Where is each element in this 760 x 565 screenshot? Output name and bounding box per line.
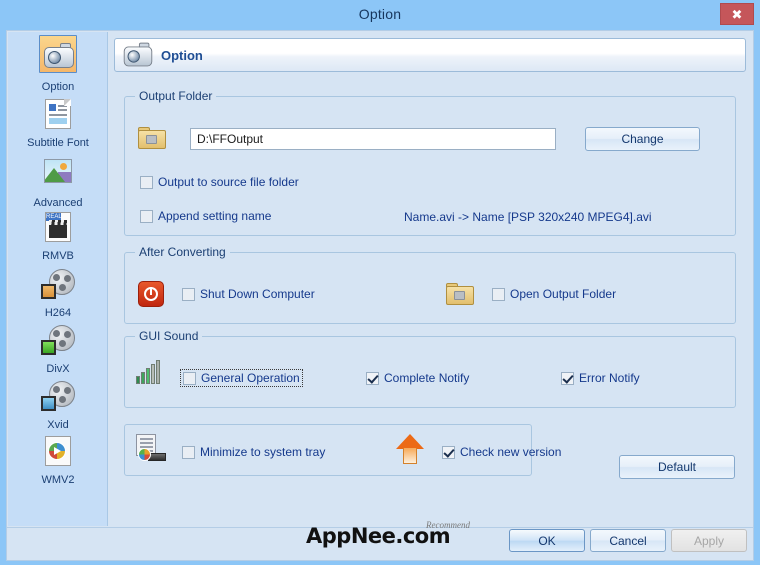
sidebar-item-label: WMV2 <box>41 474 75 486</box>
group-title: Output Folder <box>135 89 217 103</box>
open-output-folder-checkbox[interactable]: Open Output Folder <box>492 287 616 301</box>
minimize-to-tray-checkbox[interactable]: Minimize to system tray <box>182 445 325 459</box>
checkbox-label: Output to source file folder <box>158 175 299 189</box>
complete-notify-checkbox[interactable]: Complete Notify <box>366 371 469 385</box>
check-new-version-checkbox[interactable]: Check new version <box>442 445 561 459</box>
checkbox-box <box>182 287 195 301</box>
up-arrow-icon <box>396 434 424 464</box>
checkbox-label: General Operation <box>201 371 300 385</box>
output-path-input[interactable]: D:\FFOutput <box>190 128 556 150</box>
checkbox-label: Complete Notify <box>384 371 470 385</box>
document-icon <box>39 96 77 135</box>
name-example-text: Name.avi -> Name [PSP 320x240 MPEG4].avi <box>404 210 652 224</box>
picture-icon <box>39 154 77 195</box>
default-button[interactable]: Default <box>619 455 735 479</box>
power-icon <box>138 281 164 307</box>
sidebar-item-label: H264 <box>44 307 72 319</box>
page-header: Option <box>114 38 746 72</box>
rmvb-icon: REAL <box>39 210 77 248</box>
append-setting-name-checkbox[interactable]: Append setting name <box>140 209 271 223</box>
group-title: After Converting <box>135 245 230 259</box>
sound-bars-icon <box>136 360 162 384</box>
window-title: Option <box>358 6 402 22</box>
checkbox-label: Shut Down Computer <box>200 287 315 301</box>
camera-icon <box>39 38 77 79</box>
error-notify-checkbox[interactable]: Error Notify <box>561 371 640 385</box>
checkbox-label: Open Output Folder <box>510 287 617 301</box>
group-title: GUI Sound <box>135 329 203 343</box>
checkbox-box <box>442 445 455 459</box>
checkbox-box <box>182 445 195 459</box>
film-reel-icon <box>39 322 77 361</box>
checkbox-label: Error Notify <box>579 371 640 385</box>
close-icon[interactable]: ✖ <box>720 3 754 25</box>
cancel-button[interactable]: Cancel <box>590 529 666 552</box>
general-operation-checkbox[interactable]: General Operation <box>180 369 303 387</box>
checkbox-label: Check new version <box>460 445 562 459</box>
checkbox-box <box>561 371 574 385</box>
film-reel-icon <box>39 266 77 305</box>
sidebar-item-label: RMVB <box>42 250 74 262</box>
page-title: Option <box>161 48 203 63</box>
checkbox-box <box>140 209 153 223</box>
sidebar-item-option[interactable]: Option <box>8 35 108 94</box>
sidebar-item-rmvb[interactable]: REAL RMVB <box>8 210 108 266</box>
output-to-source-checkbox[interactable]: Output to source file folder <box>140 175 299 189</box>
checkbox-box <box>366 371 379 385</box>
title-bar: Option ✖ <box>0 0 760 32</box>
sidebar-item-divx[interactable]: DivX <box>8 322 108 378</box>
folder-icon <box>138 127 166 149</box>
sidebar: Option Subtitle Font Advanced REAL RMVB … <box>8 32 108 526</box>
shut-down-computer-checkbox[interactable]: Shut Down Computer <box>182 287 315 301</box>
ok-button[interactable]: OK <box>509 529 585 552</box>
sidebar-item-advanced[interactable]: Advanced <box>8 154 108 210</box>
checkbox-label: Append setting name <box>158 209 272 223</box>
sidebar-item-label: DivX <box>46 363 70 375</box>
apply-button: Apply <box>671 529 747 552</box>
option-dialog: Option ✖ Option Subtitle Font Advanced R… <box>0 0 760 565</box>
checkbox-box <box>183 371 196 385</box>
sidebar-item-label: Subtitle Font <box>27 137 89 149</box>
checkbox-label: Minimize to system tray <box>200 445 326 459</box>
checkbox-box <box>492 287 505 301</box>
sidebar-item-subtitle-font[interactable]: Subtitle Font <box>8 96 108 152</box>
sidebar-item-label: Xvid <box>47 419 69 431</box>
folder-icon <box>446 283 474 305</box>
change-button[interactable]: Change <box>585 127 700 151</box>
wmv-icon <box>39 434 77 472</box>
film-reel-icon <box>39 378 77 417</box>
sidebar-item-xvid[interactable]: Xvid <box>8 378 108 434</box>
sidebar-item-wmv2[interactable]: WMV2 <box>8 434 108 490</box>
camera-icon <box>123 42 153 68</box>
checkbox-box <box>140 175 153 189</box>
system-tray-icon <box>136 434 166 462</box>
sidebar-item-h264[interactable]: H264 <box>8 266 108 322</box>
sidebar-item-label: Advanced <box>33 197 83 209</box>
sidebar-item-label: Option <box>41 81 75 93</box>
